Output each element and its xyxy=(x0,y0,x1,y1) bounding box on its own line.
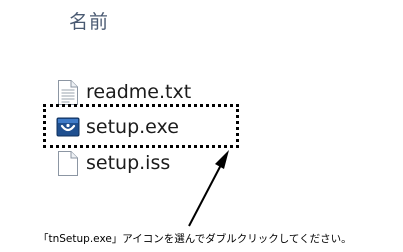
pointer-arrow xyxy=(188,150,229,227)
instruction-caption: 「tnSetup.exe」アイコンを選んでダブルクリックしてください。 xyxy=(38,233,352,245)
